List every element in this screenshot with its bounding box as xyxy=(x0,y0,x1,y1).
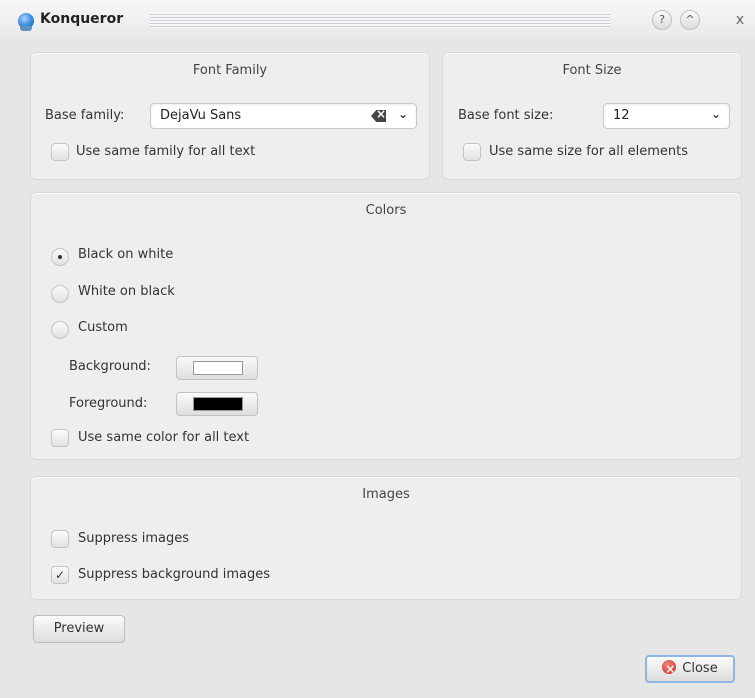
chevron-down-icon[interactable]: ⌄ xyxy=(398,107,408,121)
title-bar[interactable]: Konqueror ? ^ x xyxy=(0,0,755,40)
konqueror-app-icon xyxy=(18,13,34,31)
konqueror-window: Konqueror ? ^ x Font Family Base family:… xyxy=(0,0,755,698)
images-title: Images xyxy=(362,487,410,502)
font-size-group: Font Size Base font size: 12 ⌄ Use same … xyxy=(442,52,742,180)
help-icon[interactable]: ? xyxy=(652,10,672,30)
suppress-images-label: Suppress images xyxy=(78,531,189,546)
same-color-checkbox[interactable] xyxy=(51,429,69,447)
same-size-checkbox[interactable] xyxy=(463,143,481,161)
black-on-white-label: Black on white xyxy=(78,247,174,262)
same-family-checkbox[interactable] xyxy=(51,143,69,161)
close-window-icon[interactable]: x xyxy=(730,10,750,30)
base-family-value: DejaVu Sans xyxy=(160,108,242,123)
black-on-white-radio[interactable] xyxy=(51,248,69,266)
font-family-title: Font Family xyxy=(192,63,268,78)
base-size-combobox[interactable]: 12 ⌄ xyxy=(603,103,730,129)
close-button-label: Close xyxy=(682,661,718,676)
font-size-title: Font Size xyxy=(562,63,622,78)
checkmark-icon: ✓ xyxy=(54,568,66,582)
chevron-down-icon[interactable]: ⌄ xyxy=(711,107,721,121)
white-on-black-radio[interactable] xyxy=(51,285,69,303)
title-bar-grip xyxy=(150,12,610,28)
suppress-images-checkbox[interactable] xyxy=(51,530,69,548)
close-icon xyxy=(662,657,677,681)
shade-icon[interactable]: ^ xyxy=(680,10,700,30)
colors-group: Colors Black on white White on black Cus… xyxy=(30,192,742,460)
window-title: Konqueror xyxy=(40,11,124,27)
suppress-background-images-label: Suppress background images xyxy=(78,567,271,582)
same-color-label: Use same color for all text xyxy=(78,430,250,445)
same-size-label: Use same size for all elements xyxy=(489,144,688,159)
foreground-color-swatch xyxy=(193,397,243,411)
images-group: Images Suppress images ✓ Suppress backgr… xyxy=(30,476,742,600)
base-size-value: 12 xyxy=(613,108,630,123)
foreground-label: Foreground: xyxy=(69,396,148,411)
base-size-label: Base font size: xyxy=(458,108,554,123)
foreground-color-button[interactable] xyxy=(176,392,258,416)
base-family-combobox[interactable]: DejaVu Sans ⌄ xyxy=(150,103,417,129)
background-label: Background: xyxy=(69,359,151,374)
font-family-group: Font Family Base family: DejaVu Sans ⌄ U… xyxy=(30,52,430,180)
same-family-label: Use same family for all text xyxy=(76,144,256,159)
background-color-button[interactable] xyxy=(176,356,258,380)
close-button[interactable]: Close xyxy=(645,655,735,683)
colors-title: Colors xyxy=(365,203,407,218)
custom-label: Custom xyxy=(78,320,128,335)
background-color-swatch xyxy=(193,361,243,375)
preview-button[interactable]: Preview xyxy=(33,615,125,643)
custom-radio[interactable] xyxy=(51,321,69,339)
white-on-black-label: White on black xyxy=(78,284,175,299)
clear-text-icon[interactable] xyxy=(371,110,386,122)
suppress-background-images-checkbox[interactable]: ✓ xyxy=(51,566,69,584)
base-family-label: Base family: xyxy=(45,108,125,123)
